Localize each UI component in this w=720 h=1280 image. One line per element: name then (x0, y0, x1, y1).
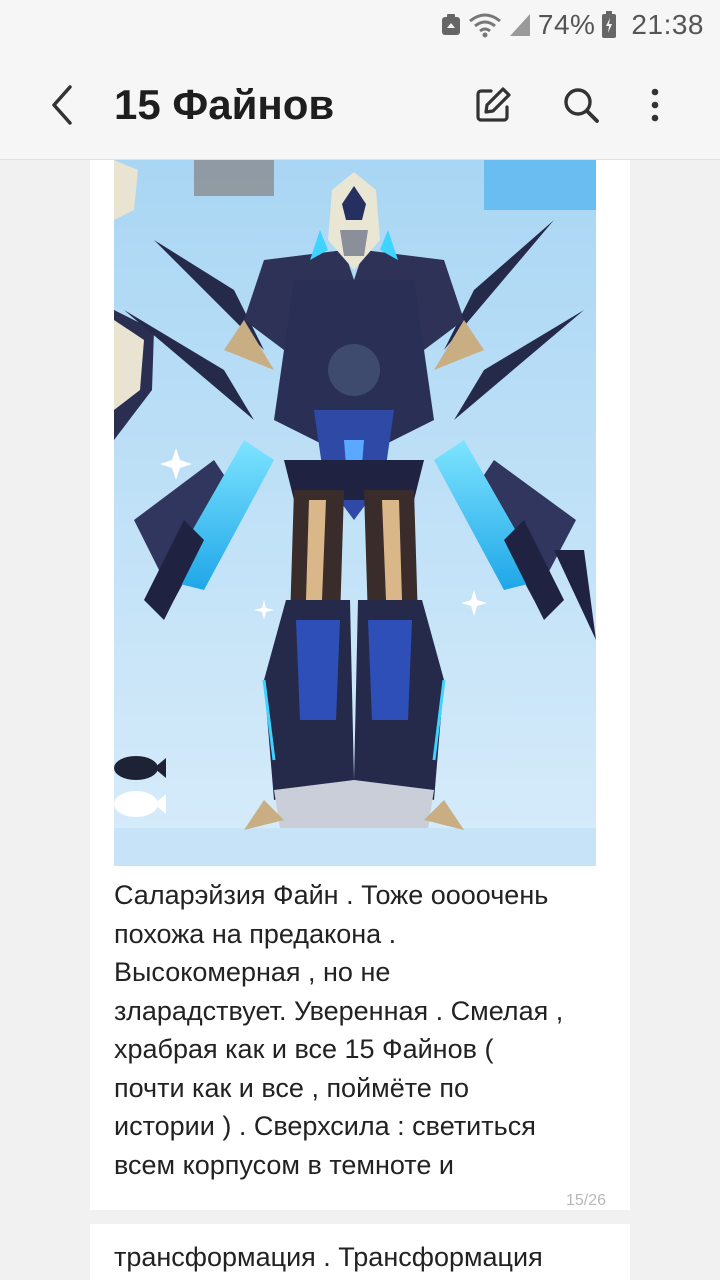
signal-icon (508, 12, 532, 38)
edit-icon (476, 87, 511, 122)
next-post-caption: трансформация . Трансформация (114, 1242, 543, 1272)
back-button[interactable] (40, 80, 84, 130)
back-arrow-icon (52, 85, 72, 125)
more-options-button[interactable] (630, 80, 680, 130)
post-caption: Саларэйзия Файн . Тоже оооочень похожа н… (114, 880, 564, 1180)
next-post-card: трансформация . Трансформация (90, 1224, 630, 1280)
status-bar: 74% 21:38 (0, 0, 720, 50)
clock: 21:38 (631, 9, 704, 40)
search-icon (564, 88, 599, 123)
page-title: 15 Файнов (114, 81, 335, 128)
wifi-icon (468, 12, 502, 38)
character-artwork[interactable] (114, 160, 596, 866)
app-bar: 15 Файнов (0, 50, 720, 160)
page-counter: 15/26 (565, 1192, 606, 1209)
battery-icon (601, 11, 617, 39)
edit-button[interactable] (468, 80, 518, 130)
more-vert-icon (651, 88, 659, 122)
post-card: Саларэйзия Файн . Тоже оооочень похожа н… (90, 160, 630, 1210)
battery-percent: 74% (537, 9, 596, 40)
search-button[interactable] (556, 80, 606, 130)
recycle-notification-icon (440, 13, 462, 37)
